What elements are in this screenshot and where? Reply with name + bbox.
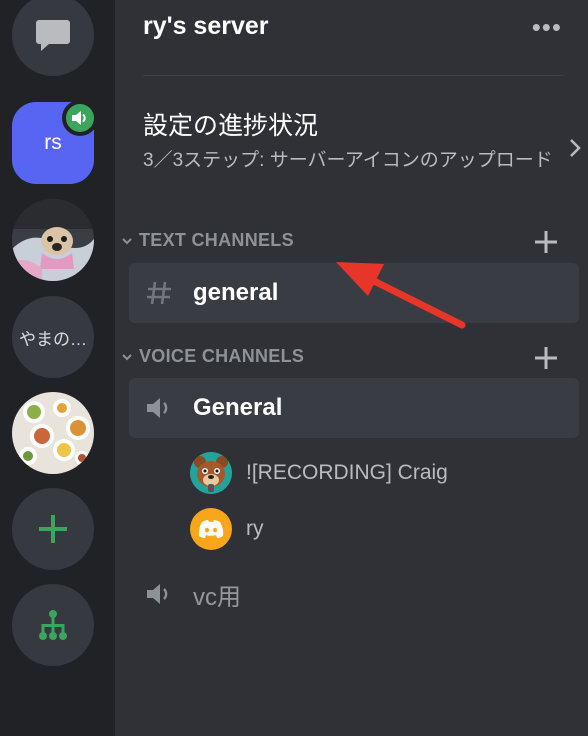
server-dog-photo[interactable] [12,199,94,281]
speaker-icon [72,111,86,125]
add-server-button[interactable] [12,488,94,570]
channel-general-text[interactable]: general [129,263,579,323]
channel-general-voice[interactable]: General [129,378,579,438]
chevron-right-icon [570,139,581,157]
explore-servers-button[interactable] [12,584,94,666]
chevron-down-icon [122,353,132,360]
divider [143,75,564,76]
category-voice-channels[interactable]: VOICE CHANNELS [121,346,304,367]
server-food-photo[interactable] [12,392,94,474]
avatar [190,508,232,550]
dog-photo-icon [12,199,94,281]
server-yamano[interactable]: やまの… [12,296,94,378]
voice-user-name: ry [246,517,264,540]
chat-bubble-icon [36,20,70,51]
voice-active-badge [62,100,98,136]
voice-user-ry[interactable]: ry [190,508,264,550]
hierarchy-icon [39,610,67,640]
chevron-down-icon [122,237,132,244]
channel-name: vc用 [193,583,241,611]
more-options-button[interactable]: ••• [532,12,562,43]
channel-vc[interactable]: vc用 [129,564,579,624]
category-label: VOICE CHANNELS [139,346,305,366]
hash-icon [143,277,175,309]
progress-title: 設定の進捗状況 [143,112,319,140]
speaker-icon [143,578,175,610]
avatar [190,452,232,494]
direct-messages-button[interactable] [12,0,94,76]
channel-name: General [193,394,283,421]
discord-logo-icon [198,520,224,538]
plus-icon [39,515,67,543]
channel-name: general [193,279,279,306]
craig-avatar-icon [190,452,232,494]
category-text-channels[interactable]: TEXT CHANNELS [121,230,294,251]
server-yamano-label: やまの… [19,329,87,349]
server-rail: rs やまの… [0,0,115,736]
progress-subtitle: 3／3ステップ: サーバーアイコンのアップロード [143,150,553,171]
server-rs-label: rs [44,131,62,154]
voice-user-craig[interactable]: ![RECORDING] Craig [190,452,448,494]
add-text-channel-icon[interactable] [534,230,558,254]
food-photo-icon [12,392,94,474]
channel-panel: ry's server ••• 設定の進捗状況 3／3ステップ: サーバーアイコ… [115,0,588,736]
category-label: TEXT CHANNELS [139,230,294,250]
voice-user-name: ![RECORDING] Craig [246,461,448,484]
add-voice-channel-icon[interactable] [534,346,558,370]
server-name[interactable]: ry's server [143,12,269,41]
speaker-icon [143,392,175,424]
